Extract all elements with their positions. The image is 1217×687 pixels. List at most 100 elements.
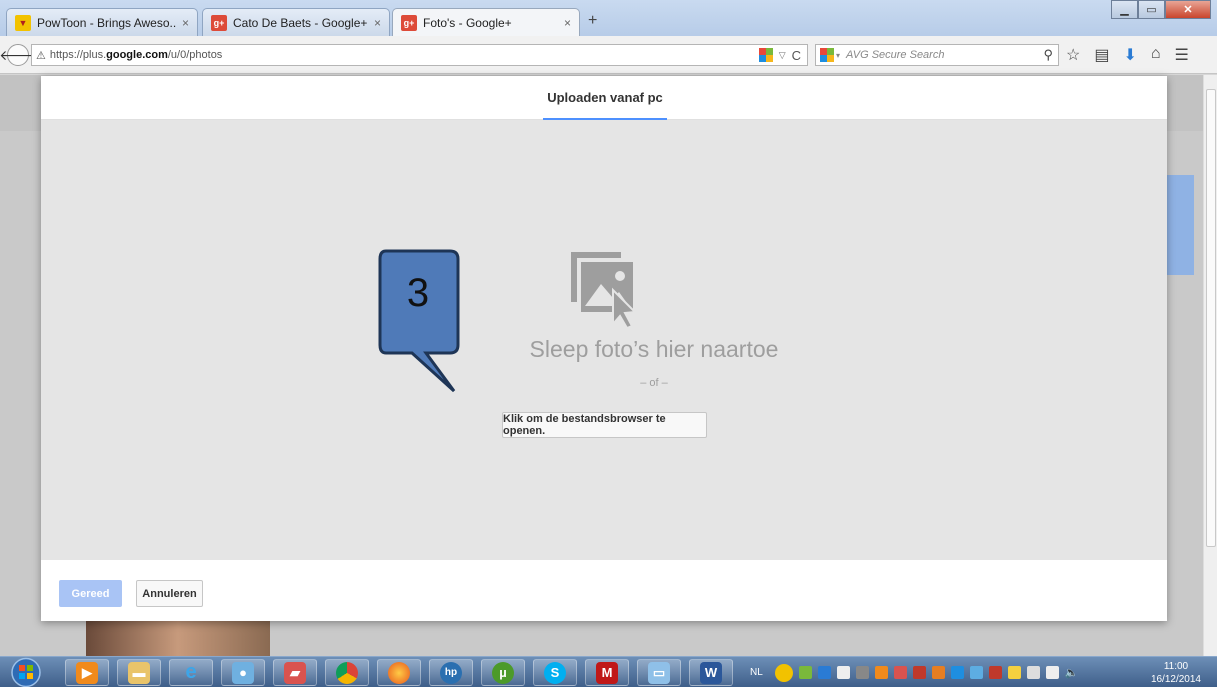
taskbar-media-player[interactable]: ▶: [65, 659, 109, 686]
tray-app-icon[interactable]: [912, 666, 926, 679]
url-path: /u/0/photos: [167, 49, 223, 61]
bookmarks-list-icon[interactable]: ▤: [1094, 45, 1109, 65]
minimize-button[interactable]: ▁: [1111, 0, 1138, 19]
cancel-button[interactable]: Annuleren: [136, 580, 203, 607]
tray-app-icon[interactable]: [874, 666, 888, 679]
bookmark-star-icon[interactable]: ☆: [1066, 45, 1080, 65]
taskbar-utorrent[interactable]: µ: [481, 659, 525, 686]
taskbar-camera-app[interactable]: ●: [221, 659, 265, 686]
google-plus-icon: g+: [211, 14, 227, 31]
close-icon[interactable]: ×: [374, 16, 381, 30]
tab-powtoon[interactable]: ▼ PowToon - Brings Aweso... ×: [6, 8, 198, 36]
menu-icon[interactable]: ☰: [1175, 45, 1189, 65]
taskbar-hp[interactable]: hp: [429, 659, 473, 686]
paint-icon: ▭: [648, 661, 670, 684]
network-signal-icon[interactable]: [1045, 666, 1059, 679]
search-icon[interactable]: ⚲: [1043, 47, 1058, 63]
dropdown-icon[interactable]: ▽: [779, 50, 786, 61]
internet-explorer-icon: e: [185, 661, 197, 683]
system-clock[interactable]: 11:00 16/12/2014: [1151, 660, 1201, 686]
dialog-header: Uploaden vanaf pc: [41, 76, 1167, 120]
taskbar-file-explorer[interactable]: ▬: [117, 659, 161, 686]
avg-icon[interactable]: [758, 48, 773, 62]
warning-icon: ⚠: [36, 49, 46, 62]
window-controls: ▁ ▭ ✕: [1111, 0, 1211, 19]
folder-app-icon: ▰: [284, 661, 306, 684]
tray-app-icon[interactable]: [817, 666, 831, 679]
tray-app-icon[interactable]: [893, 666, 907, 679]
hp-icon: hp: [440, 661, 462, 684]
tray-app-icon[interactable]: [988, 666, 1002, 679]
open-file-browser-button[interactable]: Klik om de bestandsbrowser te openen.: [502, 412, 707, 438]
tab-upload-from-pc[interactable]: Uploaden vanaf pc: [543, 76, 667, 120]
url-text: https://plus.google.com/u/0/photos: [50, 49, 222, 61]
mcafee-icon: M: [596, 661, 618, 684]
firefox-icon: [388, 661, 410, 684]
dialog-footer: Gereed Annuleren: [41, 560, 1167, 621]
language-indicator[interactable]: NL: [750, 667, 763, 678]
url-domain: google.com: [106, 49, 168, 61]
tray-app-icon[interactable]: [931, 666, 945, 679]
google-plus-icon: g+: [401, 15, 417, 31]
reload-icon[interactable]: C: [792, 48, 801, 63]
taskbar-chrome[interactable]: [325, 659, 369, 686]
close-icon[interactable]: ×: [182, 16, 189, 30]
step-number: 3: [406, 271, 430, 315]
file-explorer-icon: ▬: [128, 661, 150, 684]
avg-search-icon: [820, 48, 834, 62]
media-player-icon: ▶: [76, 661, 98, 684]
taskbar-paint[interactable]: ▭: [637, 659, 681, 686]
camera-app-icon: ●: [232, 661, 254, 684]
search-bar[interactable]: ▾ AVG Secure Search ⚲: [815, 44, 1059, 66]
chrome-icon: [336, 661, 358, 684]
clock-time: 11:00: [1163, 661, 1189, 672]
toolbar-icons: ☆ ▤ ⬇ ⌂ ☰: [1066, 45, 1189, 65]
tab-label: Cato De Baets - Google+: [233, 15, 368, 30]
dropdown-icon[interactable]: ▾: [836, 51, 840, 60]
taskbar-firefox[interactable]: [377, 659, 421, 686]
tab-fotos[interactable]: g+ Foto's - Google+ ×: [392, 8, 580, 37]
taskbar-skype[interactable]: S: [533, 659, 577, 686]
battery-icon[interactable]: [1026, 666, 1040, 679]
action-center-warning-icon[interactable]: [774, 663, 793, 682]
new-tab-button[interactable]: +: [588, 12, 597, 30]
download-icon[interactable]: ⬇: [1123, 45, 1136, 65]
scrollbar-thumb[interactable]: [1206, 89, 1216, 547]
url-prefix: https://plus.: [49, 49, 107, 61]
tab-label: Foto's - Google+: [423, 16, 512, 30]
done-button[interactable]: Gereed: [59, 580, 122, 607]
or-separator: – of –: [640, 377, 668, 389]
tray-app-icon[interactable]: [969, 666, 983, 679]
word-icon: W: [700, 661, 722, 684]
home-icon[interactable]: ⌂: [1151, 45, 1161, 65]
tray-app-icon[interactable]: [855, 666, 869, 679]
utorrent-icon: µ: [492, 661, 514, 684]
back-button[interactable]: 🡐: [0, 44, 37, 66]
search-placeholder: AVG Secure Search: [846, 49, 945, 61]
close-icon[interactable]: ×: [564, 16, 571, 30]
volume-icon[interactable]: 🔈: [1065, 666, 1079, 679]
taskbar-word[interactable]: W: [689, 659, 733, 686]
navigation-bar: 🡐 ⚠ https://plus.google.com/u/0/photos ▽…: [0, 36, 1217, 74]
browser-tab-bar: ▼ PowToon - Brings Aweso... × g+ Cato De…: [0, 0, 1217, 37]
address-bar[interactable]: ⚠ https://plus.google.com/u/0/photos ▽ C: [31, 44, 808, 66]
window-close-button[interactable]: ✕: [1165, 0, 1211, 19]
tray-app-icon[interactable]: [836, 666, 850, 679]
taskbar-folder-app[interactable]: ▰: [273, 659, 317, 686]
bluetooth-icon[interactable]: [950, 666, 964, 679]
taskbar-internet-explorer[interactable]: e: [169, 659, 213, 686]
tab-label: PowToon - Brings Aweso...: [37, 15, 176, 30]
tray-app-icon[interactable]: [1007, 666, 1021, 679]
system-tray: NL 🔈: [750, 657, 1079, 687]
tray-app-icon[interactable]: [798, 666, 812, 679]
step-callout: 3: [378, 249, 460, 400]
page-scrollbar[interactable]: [1203, 75, 1217, 656]
taskbar-mcafee[interactable]: M: [585, 659, 629, 686]
windows-taskbar: ▶ ▬ e ● ▰ hp µ S M ▭ W NL 🔈 11:00 16/12/…: [0, 656, 1217, 687]
photo-drop-zone[interactable]: Sleep foto’s hier naartoe – of – Klik om…: [41, 120, 1167, 560]
clock-date: 16/12/2014: [1150, 674, 1201, 685]
tab-cato-de-baets[interactable]: g+ Cato De Baets - Google+ ×: [202, 8, 390, 36]
maximize-button[interactable]: ▭: [1138, 0, 1165, 19]
start-button[interactable]: [10, 657, 42, 687]
photos-drop-icon: [571, 252, 638, 330]
